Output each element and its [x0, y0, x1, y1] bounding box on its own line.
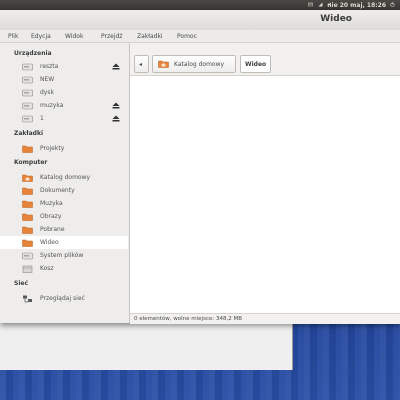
home-folder-icon	[22, 174, 33, 182]
sidebar-item-dokumenty[interactable]: Dokumenty	[0, 184, 128, 197]
menu-view[interactable]: Widok	[65, 33, 83, 40]
eject-icon[interactable]	[112, 115, 120, 122]
drive-icon	[22, 76, 33, 84]
folder-icon	[22, 239, 33, 247]
sidebar-item-pobrane[interactable]: Pobrane	[0, 223, 128, 236]
sidebar-item-label: Pobrane	[40, 226, 65, 233]
menu-bookmarks[interactable]: Zakładki	[137, 33, 163, 40]
sidebar-item-home[interactable]: Katalog domowy	[0, 171, 128, 184]
envelope-icon[interactable]	[308, 2, 313, 7]
sidebar-item-label: Przeglądaj sieć	[40, 295, 85, 302]
sidebar-item-label: Wideo	[40, 239, 59, 246]
window-titlebar[interactable]: Wideo	[0, 10, 400, 30]
sidebar-item-label: 1	[40, 115, 44, 122]
drive-icon	[22, 63, 33, 71]
file-view[interactable]: ◂ Katalog domowy Wideo 0 elementów, woln…	[130, 43, 400, 324]
sidebar-item-label: Kosz	[40, 265, 54, 272]
power-icon[interactable]	[390, 2, 395, 7]
window-title: Wideo	[320, 14, 352, 24]
sidebar-item-filesystem[interactable]: System plików	[0, 249, 128, 262]
devices-heading: Urządzenia	[14, 50, 52, 57]
status-text: 0 elementów, wolne miejsce: 348,2 MB	[134, 316, 242, 322]
sidebar-item-label: muzyka	[40, 102, 64, 109]
sidebar-item-browse-network[interactable]: Przeglądaj sieć	[0, 292, 128, 305]
sidebar-item-dysk[interactable]: dysk	[0, 86, 128, 99]
folder-icon	[22, 145, 33, 153]
computer-heading: Komputer	[14, 159, 48, 166]
sidebar-item-label: System plików	[40, 252, 84, 259]
sidebar-item-projekty[interactable]: Projekty	[0, 142, 128, 155]
sidebar-item-label: Katalog domowy	[40, 174, 91, 181]
menu-help[interactable]: Pomoc	[177, 33, 197, 40]
sidebar-item-new[interactable]: NEW	[0, 73, 128, 86]
file-manager-window: Wideo Plik Edycja Widok Przejdź Zakładki…	[0, 10, 400, 324]
drive-icon	[22, 115, 33, 123]
eject-icon[interactable]	[112, 63, 120, 70]
path-current-label: Wideo	[245, 61, 267, 68]
path-home-button[interactable]: Katalog domowy	[152, 55, 236, 73]
background-window	[0, 320, 293, 370]
bookmarks-heading: Zakładki	[14, 130, 44, 137]
sidebar-item-obrazy[interactable]: Obrazy	[0, 210, 128, 223]
trash-icon	[22, 265, 33, 273]
sidebar-item-label: Obrazy	[40, 213, 62, 220]
sidebar-item-reszta[interactable]: reszta	[0, 60, 128, 73]
network-heading: Sieć	[14, 280, 29, 287]
sidebar-item-label: Muzyka	[40, 200, 63, 207]
path-back-button[interactable]: ◂	[134, 55, 149, 73]
sidebar-item-label: reszta	[40, 63, 59, 70]
drive-icon	[22, 89, 33, 97]
sidebar-item-muzyka-device[interactable]: muzyka	[0, 99, 128, 112]
sidebar-item-1[interactable]: 1	[0, 112, 128, 125]
folder-icon	[22, 213, 33, 221]
places-sidebar: Urządzenia reszta NEW dysk muzyka 1 Zakł…	[0, 43, 130, 323]
menu-file[interactable]: Plik	[8, 33, 18, 40]
folder-icon	[22, 200, 33, 208]
menubar: Plik Edycja Widok Przejdź Zakładki Pomoc	[0, 30, 400, 43]
sidebar-item-trash[interactable]: Kosz	[0, 262, 128, 275]
path-back-glyph: ◂	[139, 61, 143, 68]
sidebar-item-label: dysk	[40, 89, 54, 96]
sidebar-item-label: Dokumenty	[40, 187, 75, 194]
network-icon	[23, 295, 32, 303]
eject-icon[interactable]	[112, 102, 120, 109]
path-bar: ◂ Katalog domowy Wideo	[130, 43, 400, 76]
menu-go[interactable]: Przejdź	[101, 33, 122, 40]
top-panel: nie 20 maj, 18:26	[0, 0, 400, 10]
panel-clock[interactable]: nie 20 maj, 18:26	[327, 2, 386, 9]
sidebar-item-label: NEW	[40, 76, 55, 83]
home-folder-icon	[158, 60, 169, 68]
folder-icon	[22, 226, 33, 234]
network-status-icon[interactable]	[318, 2, 323, 7]
path-home-label: Katalog domowy	[174, 61, 225, 68]
drive-icon	[22, 102, 33, 110]
sidebar-item-label: Projekty	[40, 145, 65, 152]
path-current-button[interactable]: Wideo	[240, 55, 271, 73]
sidebar-item-wideo[interactable]: Wideo	[0, 236, 128, 249]
folder-icon	[22, 187, 33, 195]
drive-icon	[22, 252, 33, 260]
status-bar: 0 elementów, wolne miejsce: 348,2 MB	[130, 313, 400, 324]
menu-edit[interactable]: Edycja	[31, 33, 51, 40]
sidebar-item-muzyka[interactable]: Muzyka	[0, 197, 128, 210]
